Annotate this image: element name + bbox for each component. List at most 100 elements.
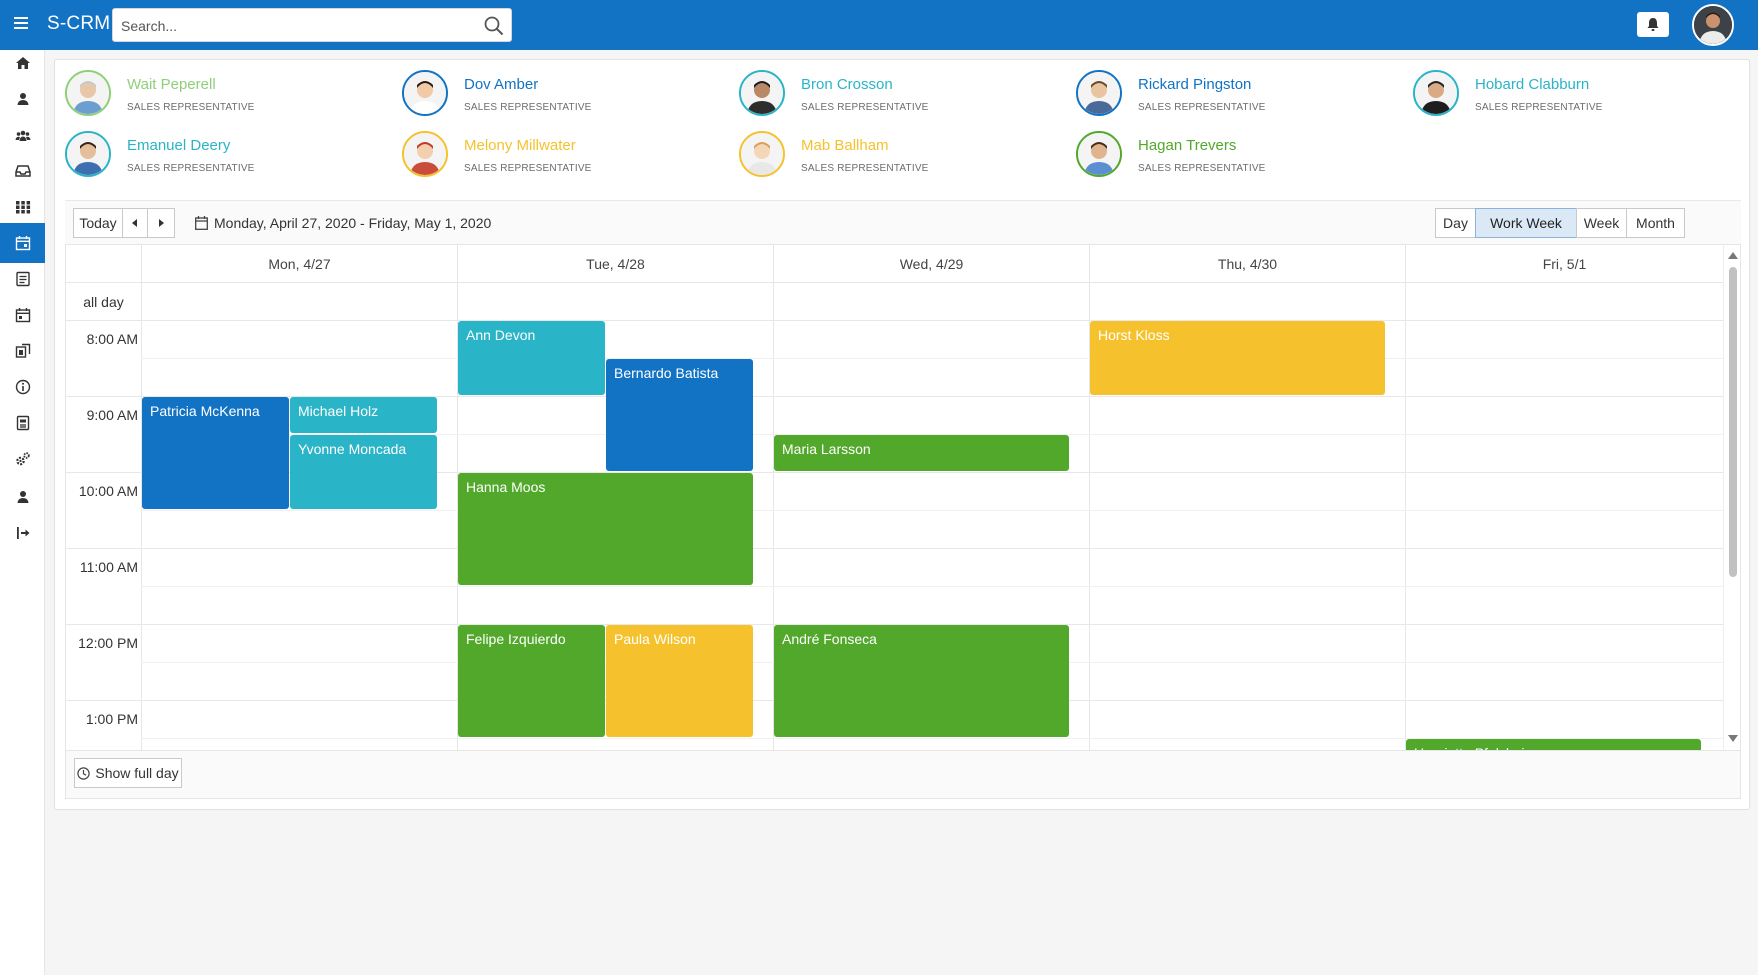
calendar-event[interactable]: Henriette Pfalzheim bbox=[1406, 739, 1701, 750]
employee-name: Hobard Clabburn bbox=[1475, 76, 1590, 93]
search-box bbox=[112, 8, 512, 42]
apps-grid-icon bbox=[15, 201, 30, 214]
clock-icon bbox=[77, 766, 91, 780]
employee-role: Sales Representative bbox=[1475, 102, 1603, 113]
grid-line bbox=[141, 586, 1723, 587]
time-label: 8:00 AM bbox=[86, 331, 138, 347]
calendar-card: Wait Peperell Sales Representative Dov Amb… bbox=[54, 59, 1750, 810]
employee-card[interactable]: Wait Peperell Sales Representative bbox=[55, 68, 385, 118]
view-month-button[interactable]: Month bbox=[1626, 208, 1685, 238]
users-icon bbox=[15, 130, 30, 141]
date-range-picker[interactable]: Monday, April 27, 2020 - Friday, May 1, … bbox=[195, 215, 491, 231]
calendar-event[interactable]: André Fonseca bbox=[774, 625, 1069, 737]
sidebar-item-user[interactable] bbox=[0, 477, 45, 517]
scroll-down-arrow[interactable] bbox=[1728, 735, 1738, 742]
employee-avatar bbox=[739, 131, 785, 177]
prev-button[interactable] bbox=[122, 208, 148, 238]
sidebar-item-users[interactable] bbox=[0, 115, 45, 155]
sidebar-item-home[interactable] bbox=[0, 43, 45, 83]
info-icon bbox=[15, 379, 30, 395]
inbox-icon bbox=[14, 165, 31, 177]
time-label: 1:00 PM bbox=[85, 711, 138, 727]
employee-card[interactable]: Bron Crosson Sales Representative bbox=[729, 68, 1059, 118]
board-icon bbox=[15, 343, 30, 358]
employee-role: Sales Representative bbox=[1138, 102, 1266, 113]
sidebar-item-document[interactable] bbox=[0, 403, 45, 443]
calendar-event[interactable]: Ann Devon bbox=[458, 321, 605, 395]
show-full-day-label: Show full day bbox=[95, 765, 179, 781]
calendar-icon bbox=[195, 216, 208, 230]
search-icon[interactable] bbox=[483, 15, 505, 37]
sidebar-item-info[interactable] bbox=[0, 367, 45, 407]
employee-card[interactable]: Dov Amber Sales Representative bbox=[392, 68, 722, 118]
search-input[interactable] bbox=[121, 16, 471, 36]
scheduler-grid: all day Mon, 4/27 Tue, 4/28 Wed, 4/29 Thu, … bbox=[65, 244, 1741, 751]
top-bar: S-CRM bbox=[0, 0, 1758, 50]
notifications-button[interactable] bbox=[1637, 12, 1669, 37]
scroll-thumb[interactable] bbox=[1729, 267, 1737, 577]
employee-role: Sales Representative bbox=[1138, 163, 1266, 174]
app-title: S-CRM bbox=[47, 13, 111, 34]
calendar-event[interactable]: Maria Larsson bbox=[774, 435, 1069, 471]
grid-line bbox=[66, 282, 141, 283]
calendar-event[interactable]: Paula Wilson bbox=[606, 625, 753, 737]
day-header[interactable]: Mon, 4/27 bbox=[141, 245, 457, 283]
day-header[interactable]: Tue, 4/28 bbox=[457, 245, 773, 283]
date-range-label: Monday, April 27, 2020 - Friday, May 1, … bbox=[214, 215, 492, 231]
grid-line bbox=[141, 320, 1723, 321]
sidebar-item-user[interactable] bbox=[0, 79, 45, 119]
employee-card[interactable]: Rickard Pingston Sales Representative bbox=[1066, 68, 1396, 118]
calendar-event[interactable]: Bernardo Batista bbox=[606, 359, 753, 471]
gears-icon bbox=[15, 452, 30, 466]
sidebar-item-calendar-event[interactable] bbox=[0, 295, 45, 335]
sidebar-item-gears[interactable] bbox=[0, 439, 45, 479]
sidebar-item-board[interactable] bbox=[0, 331, 45, 371]
employee-name: Mab Ballham bbox=[801, 137, 889, 154]
employee-role: Sales Representative bbox=[127, 163, 255, 174]
next-button[interactable] bbox=[147, 208, 175, 238]
logout-icon bbox=[16, 527, 29, 539]
sidebar-item-calendar[interactable] bbox=[0, 223, 45, 263]
calendar-event[interactable]: Felipe Izquierdo bbox=[458, 625, 605, 737]
view-day-button[interactable]: Day bbox=[1435, 208, 1476, 238]
sidebar-item-apps-grid[interactable] bbox=[0, 187, 45, 227]
employee-avatar bbox=[1413, 70, 1459, 116]
calendar-event[interactable]: Hanna Moos bbox=[458, 473, 753, 585]
day-header[interactable]: Fri, 5/1 bbox=[1405, 245, 1723, 283]
employee-card[interactable]: Mab Ballham Sales Representative bbox=[729, 129, 1059, 179]
user-avatar[interactable] bbox=[1692, 4, 1734, 46]
employee-name: Hagan Trevers bbox=[1138, 137, 1237, 154]
calendar-event[interactable]: Patricia McKenna bbox=[142, 397, 289, 509]
employee-avatar bbox=[1076, 131, 1122, 177]
sidebar-item-inbox[interactable] bbox=[0, 151, 45, 191]
menu-icon[interactable] bbox=[14, 17, 28, 29]
document-icon bbox=[16, 415, 29, 431]
calendar-event[interactable]: Yvonne Moncada bbox=[290, 435, 437, 509]
day-header[interactable]: Wed, 4/29 bbox=[773, 245, 1089, 283]
employee-card[interactable]: Emanuel Deery Sales Representative bbox=[55, 129, 385, 179]
employee-role: Sales Representative bbox=[464, 102, 592, 113]
calendar-event-icon bbox=[15, 308, 30, 323]
employee-avatar bbox=[65, 131, 111, 177]
employee-card[interactable]: Hobard Clabburn Sales Representative bbox=[1403, 68, 1733, 118]
list-icon bbox=[15, 271, 30, 287]
time-label: 11:00 AM bbox=[79, 559, 138, 575]
employee-name: Melony Millwater bbox=[464, 137, 576, 154]
calendar-event[interactable]: Horst Kloss bbox=[1090, 321, 1385, 395]
grid-line bbox=[141, 358, 1723, 359]
employee-name: Emanuel Deery bbox=[127, 137, 231, 154]
bell-icon bbox=[1647, 18, 1659, 31]
view-week-button[interactable]: Week bbox=[1576, 208, 1627, 238]
day-header[interactable]: Thu, 4/30 bbox=[1089, 245, 1405, 283]
employee-card[interactable]: Melony Millwater Sales Representative bbox=[392, 129, 722, 179]
employee-avatar bbox=[65, 70, 111, 116]
sidebar-item-list[interactable] bbox=[0, 259, 45, 299]
view-work-week-button[interactable]: Work Week bbox=[1475, 208, 1577, 238]
today-button[interactable]: Today bbox=[73, 208, 123, 238]
sidebar-item-logout[interactable] bbox=[0, 513, 45, 553]
show-full-day-button[interactable]: Show full day bbox=[74, 758, 182, 788]
vertical-scrollbar[interactable] bbox=[1723, 245, 1740, 750]
scroll-up-arrow[interactable] bbox=[1728, 252, 1738, 259]
employee-card[interactable]: Hagan Trevers Sales Representative bbox=[1066, 129, 1396, 179]
calendar-event[interactable]: Michael Holz bbox=[290, 397, 437, 433]
